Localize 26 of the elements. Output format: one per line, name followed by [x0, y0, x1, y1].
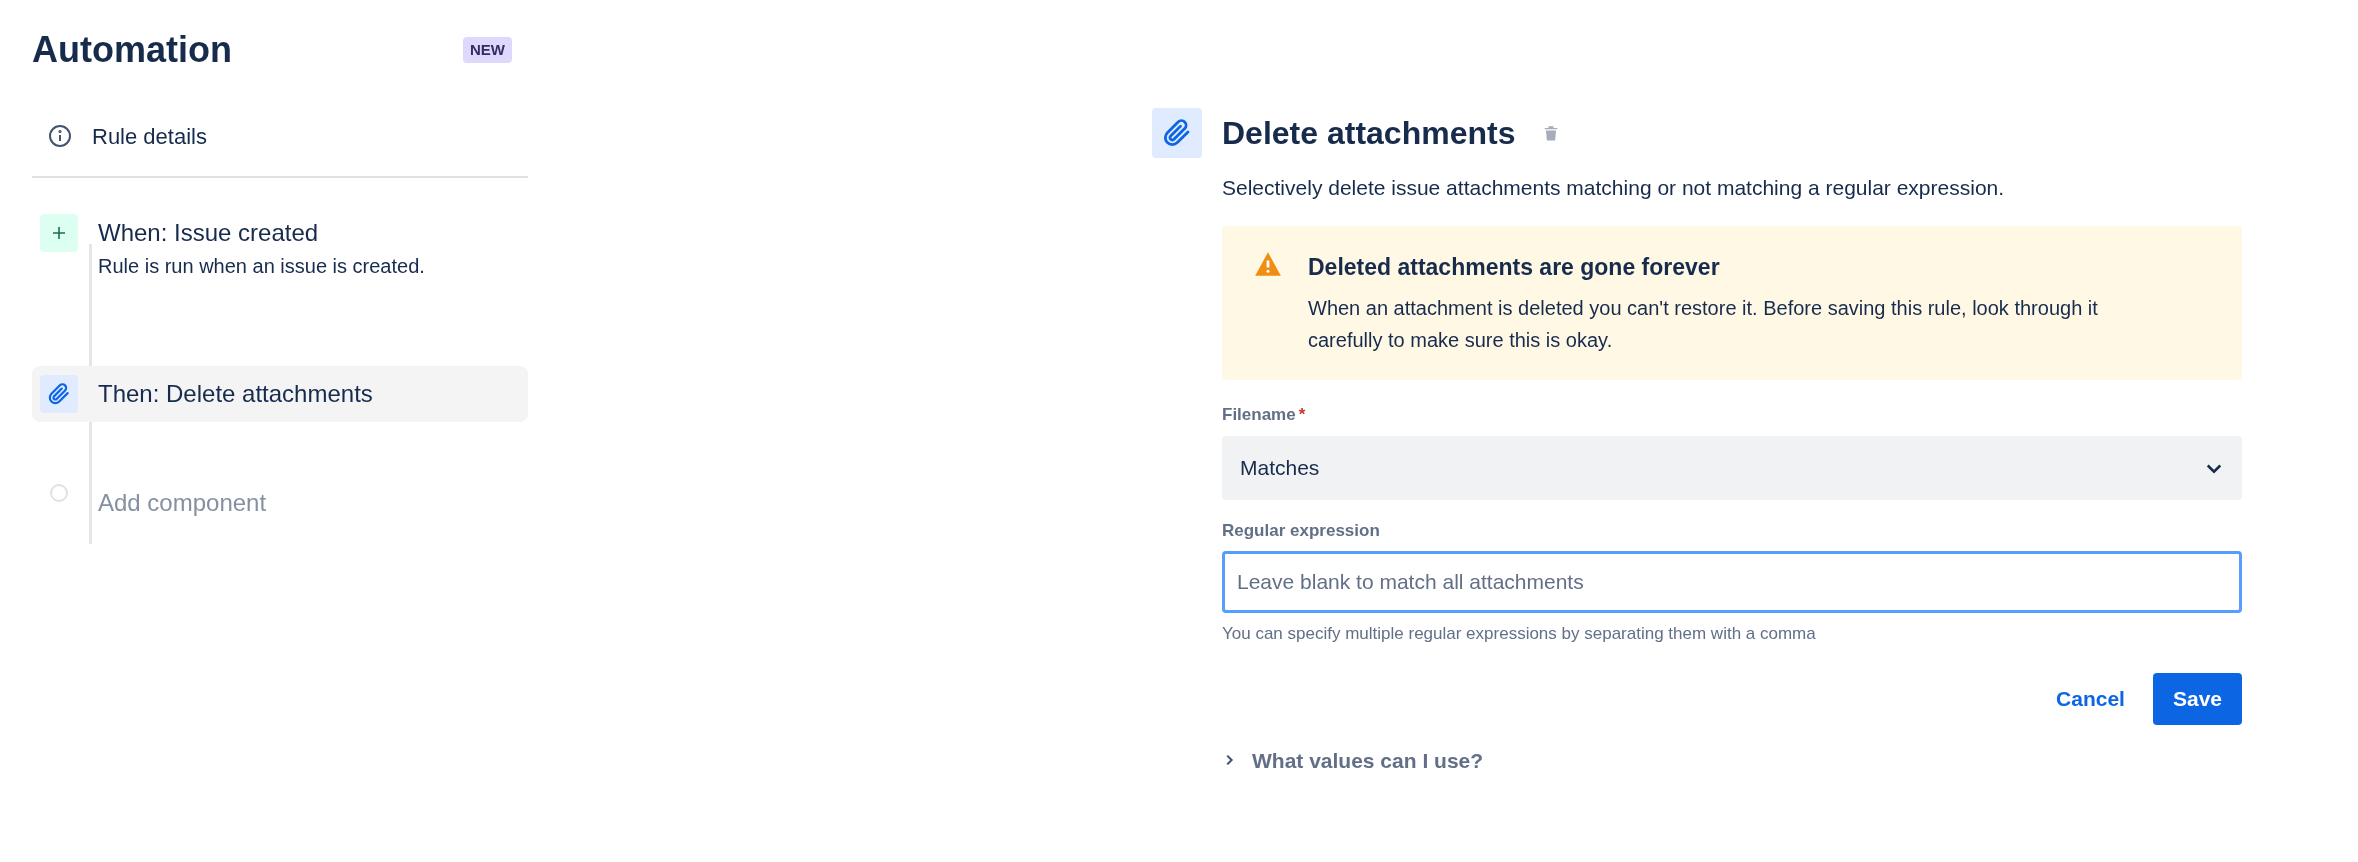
- new-label: NEW: [463, 36, 512, 64]
- cancel-button[interactable]: Cancel: [2052, 672, 2129, 725]
- paperclip-icon: [48, 383, 70, 405]
- help-text: You can specify multiple regular expressions by separating them with a comma: [1222, 623, 1817, 645]
- required-mark: *: [1298, 404, 1306, 426]
- info-icon: [48, 124, 72, 148]
- field-label: Regular expression: [1222, 519, 1381, 542]
- panel-description: Selectively delete issue attachments matching or not matching a regular expression.: [1222, 175, 2006, 201]
- rule-details-link[interactable]: Rule details: [92, 119, 207, 153]
- rule-step[interactable]: Then: Delete attachments: [32, 366, 528, 422]
- page-title: Automation: [32, 28, 232, 72]
- step-title: Then: Delete attachments: [98, 379, 373, 409]
- rule-step[interactable]: When: Issue created Rule is run when an issue is created.: [32, 214, 528, 280]
- field-label: Filename: [1222, 404, 1296, 426]
- step-description: Rule is run when an issue is created.: [98, 254, 425, 279]
- warning-title: Deleted attachments are gone forever: [1308, 252, 1721, 282]
- plus-icon: [40, 214, 78, 252]
- regex-input-field[interactable]: Leave blank to match all attachments: [1222, 551, 2242, 613]
- save-button[interactable]: Save: [2152, 672, 2242, 725]
- filename-select[interactable]: Matches: [1222, 435, 2242, 500]
- step-title: Add component: [98, 488, 267, 518]
- paperclip-icon: [1163, 119, 1191, 147]
- values-help-expander[interactable]: What values can I use?: [1222, 744, 1484, 776]
- step-title: When: Issue created: [98, 218, 320, 248]
- warning-text: When an attachment is deleted you can't restore it. Before saving this rule, look through it carefully to make sure this is okay.: [1308, 296, 2099, 353]
- panel-title: Delete attachments: [1222, 114, 1516, 153]
